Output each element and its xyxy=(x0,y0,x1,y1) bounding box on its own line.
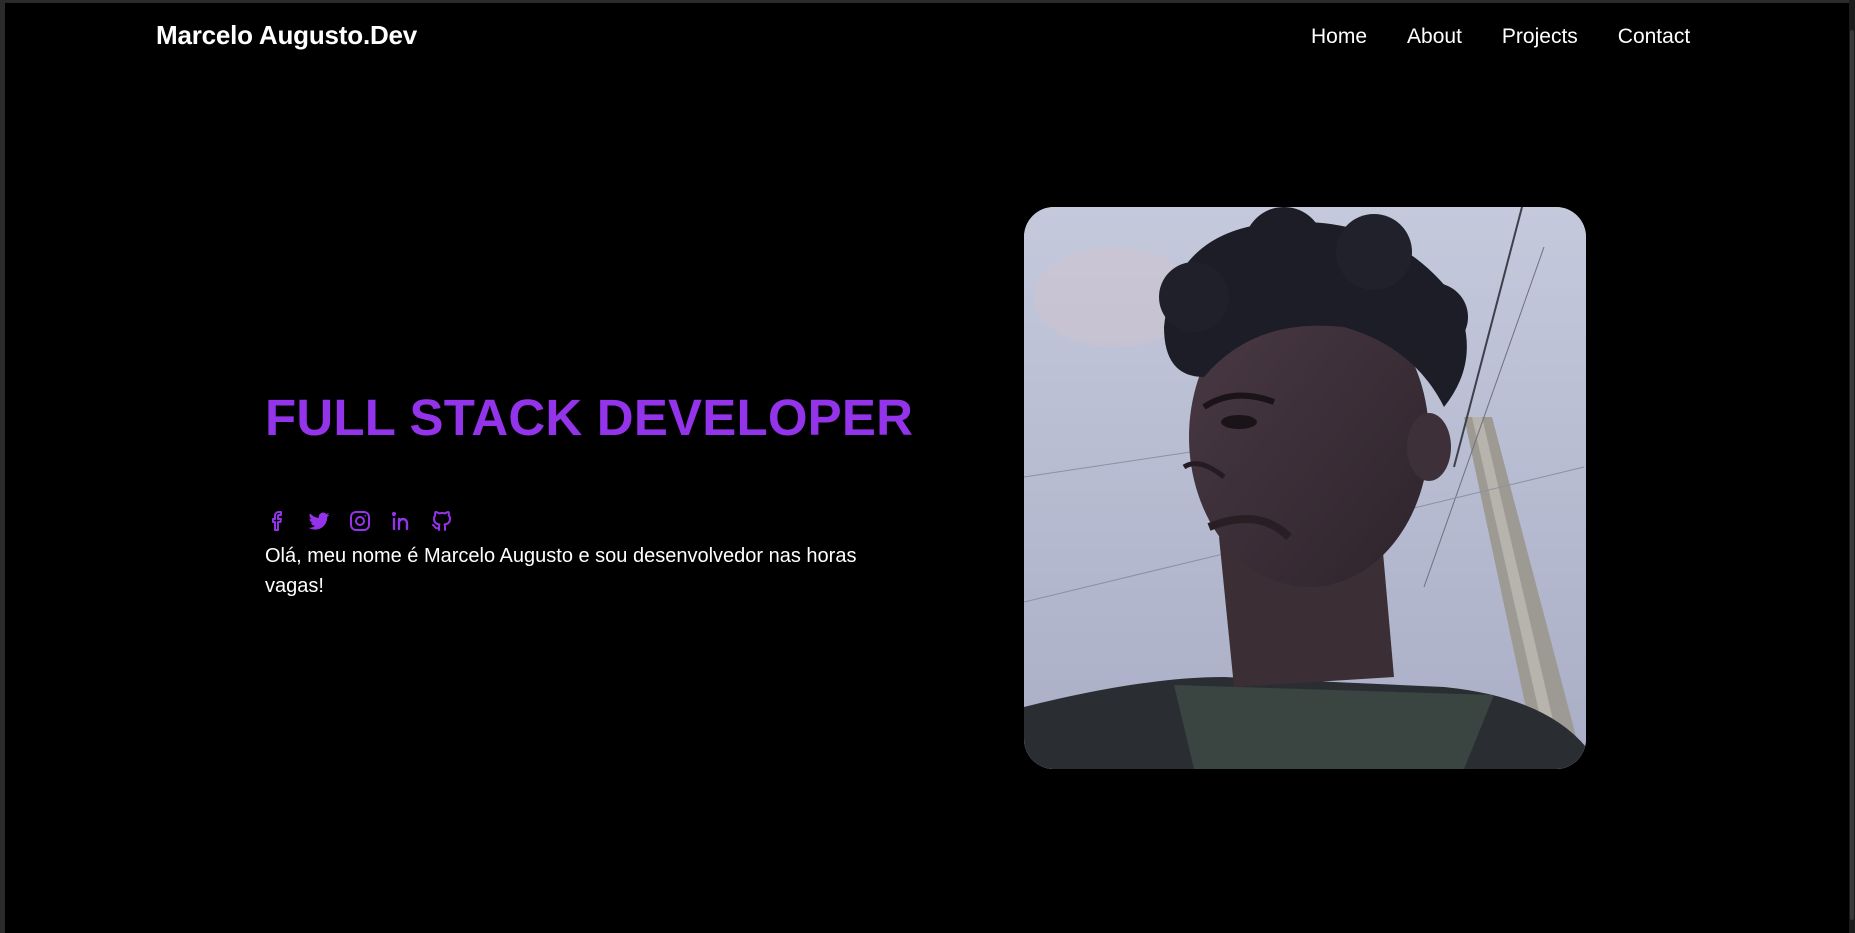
page: Marcelo Augusto.Dev Home About Projects … xyxy=(5,3,1849,933)
nav-link-projects[interactable]: Projects xyxy=(1502,25,1578,49)
brand-logo[interactable]: Marcelo Augusto.Dev xyxy=(156,20,417,51)
nav-link-contact[interactable]: Contact xyxy=(1618,25,1690,49)
social-links xyxy=(265,508,455,534)
nav-link-about[interactable]: About xyxy=(1407,25,1462,49)
facebook-icon[interactable] xyxy=(265,508,291,534)
instagram-icon[interactable] xyxy=(347,508,373,534)
twitter-icon[interactable] xyxy=(306,508,332,534)
profile-photo xyxy=(1024,207,1586,769)
scrollbar[interactable] xyxy=(1849,0,1855,933)
nav-link-home[interactable]: Home xyxy=(1311,25,1367,49)
hero-title: FULL STACK DEVELOPER xyxy=(265,389,914,446)
linkedin-icon[interactable] xyxy=(388,508,414,534)
hero-intro: Olá, meu nome é Marcelo Augusto e sou de… xyxy=(265,545,857,597)
github-icon[interactable] xyxy=(429,508,455,534)
nav-menu: Home About Projects Contact xyxy=(1311,25,1690,49)
navbar: Marcelo Augusto.Dev Home About Projects … xyxy=(5,3,1849,73)
scrollbar-thumb[interactable] xyxy=(1850,30,1854,920)
